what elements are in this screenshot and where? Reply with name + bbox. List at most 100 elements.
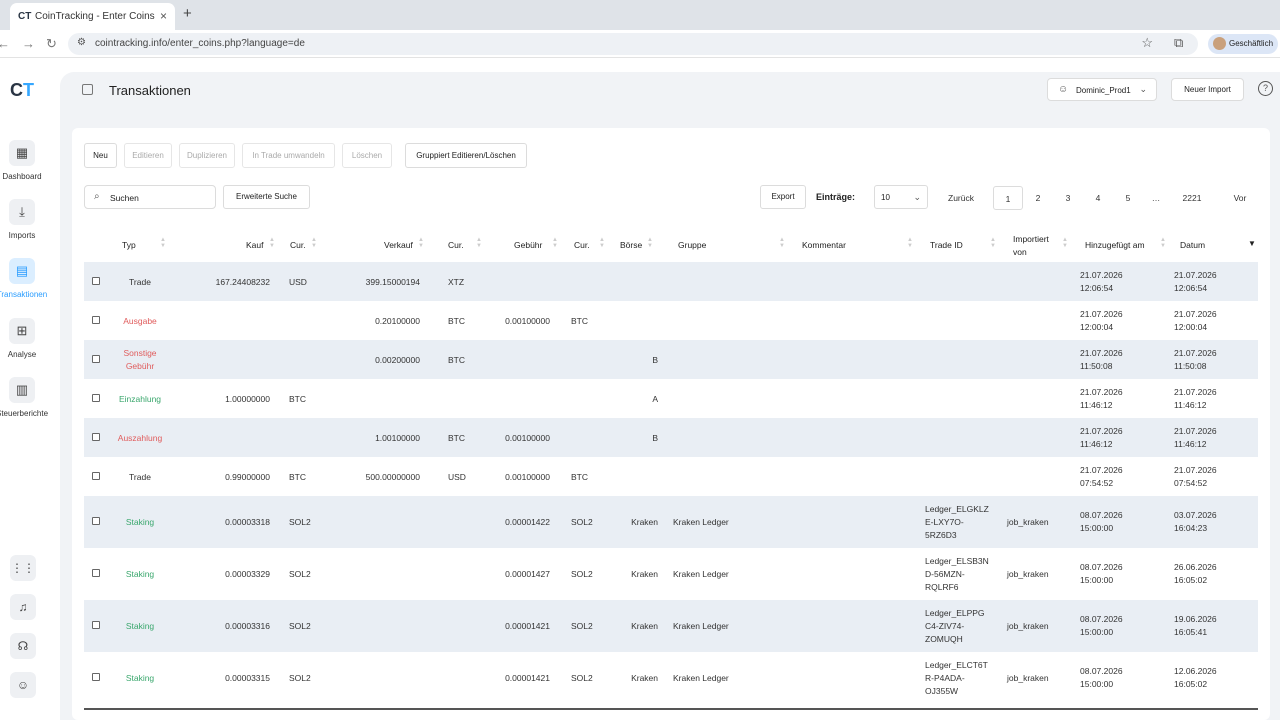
row-checkbox[interactable] (92, 432, 100, 441)
sidebar-item-analyse[interactable]: ⊞ Analyse (0, 318, 52, 359)
col-comment[interactable]: Kommentar (802, 240, 846, 250)
col-added[interactable]: Hinzugefügt am (1085, 240, 1145, 250)
site-settings-icon[interactable]: ⚙ (77, 37, 86, 48)
sort-icon[interactable]: ▲ ▼ (990, 237, 996, 249)
col-exchange[interactable]: Börse (620, 240, 642, 250)
col-trade-id[interactable]: Trade ID (930, 240, 963, 250)
export-button[interactable]: Export (760, 185, 806, 209)
sort-desc-icon[interactable]: ▼ (1248, 239, 1256, 248)
row-checkbox[interactable] (92, 354, 100, 363)
duplicate-button[interactable]: Duplizieren (179, 143, 235, 168)
browser-tab[interactable]: CT CoinTracking - Enter Coins × (10, 3, 175, 30)
row-checkbox[interactable] (92, 393, 100, 402)
entries-select[interactable]: 10 ⌄ (874, 185, 928, 209)
sort-icon[interactable]: ▲ ▼ (647, 237, 653, 249)
sort-icon[interactable]: ▲ ▼ (779, 237, 785, 249)
pagination-page[interactable]: 5 (1118, 186, 1138, 210)
sort-icon[interactable]: ▲ ▼ (311, 237, 317, 249)
cell-buy: 0.99000000 (225, 471, 270, 482)
sort-icon[interactable]: ▲ ▼ (907, 237, 913, 249)
table-row[interactable]: Trade 0.99000000 BTC 500.00000000 USD 0.00100… (84, 457, 1258, 496)
new-button[interactable]: Neu (84, 143, 117, 168)
cell-date: 26.06.2026 16:05:02 (1174, 562, 1217, 585)
sort-icon[interactable]: ▲ ▼ (599, 237, 605, 249)
forward-icon[interactable]: → (22, 36, 35, 51)
url-field[interactable]: ⚙ cointracking.info/enter_coins.php?lang… (68, 33, 1198, 55)
col-buy[interactable]: Kauf (246, 240, 264, 250)
back-icon[interactable]: ← (0, 36, 10, 51)
col-fee-cur[interactable]: Cur. (574, 240, 590, 250)
pagination-page[interactable]: 4 (1088, 186, 1108, 210)
search-field[interactable]: ⌕ Suchen (84, 185, 216, 209)
table-row[interactable]: Einzahlung 1.00000000 BTC A 21.07.2026 11:46:… (84, 379, 1258, 418)
pagination-prev[interactable]: Zurück (938, 186, 984, 210)
table-row[interactable]: Ausgabe 0.20100000 BTC 0.00100000 BTC 21.07.2… (84, 301, 1258, 340)
row-checkbox[interactable] (92, 315, 100, 324)
row-checkbox[interactable] (92, 673, 100, 681)
search-input[interactable]: Suchen (110, 193, 139, 203)
pagination-page[interactable]: 3 (1058, 186, 1078, 210)
table-row[interactable]: Staking 0.00003316 SOL2 0.00001421 SOL2 Krake… (84, 600, 1258, 652)
table-row[interactable]: Trade 167.24408232 USD 399.15000194 XTZ 21.07… (84, 262, 1258, 301)
col-fee[interactable]: Gebühr (514, 240, 542, 250)
pagination-page[interactable]: 2 (1028, 186, 1048, 210)
sidebar-item-transactions[interactable]: ▤ Transaktionen (0, 258, 52, 299)
browser-tab-bar: CT CoinTracking - Enter Coins × + (0, 0, 1280, 30)
sidebar-item-dashboard[interactable]: ▦ Dashboard (0, 140, 52, 181)
row-checkbox[interactable] (92, 517, 100, 525)
pagination-next[interactable]: Vor (1228, 186, 1252, 210)
sidebar-toggle-icon[interactable] (82, 84, 93, 95)
pagination-page[interactable]: 1 (993, 186, 1023, 210)
col-group[interactable]: Gruppe (678, 240, 706, 250)
profile-chip[interactable]: Geschäftlich (1208, 34, 1278, 54)
bookmark-star-icon[interactable]: ☆ (1141, 35, 1153, 51)
sort-icon[interactable]: ▲ ▼ (418, 237, 424, 249)
table-bottom-divider (84, 708, 1258, 710)
sort-icon[interactable]: ▲ ▼ (552, 237, 558, 249)
table-row[interactable]: Auszahlung 1.00100000 BTC 0.00100000 B 21.07.… (84, 418, 1258, 457)
edit-button[interactable]: Editieren (124, 143, 172, 168)
cell-type: Staking (125, 517, 155, 527)
row-checkbox[interactable] (92, 569, 100, 577)
sort-icon[interactable]: ▲ ▼ (1062, 237, 1068, 249)
convert-to-trade-button[interactable]: In Trade umwandeln (242, 143, 335, 168)
new-import-button[interactable]: Neuer Import (1171, 78, 1244, 101)
app-logo[interactable]: CT (10, 80, 34, 101)
sort-icon[interactable]: ▲ ▼ (269, 237, 275, 249)
col-date[interactable]: Datum (1180, 240, 1205, 250)
table-row[interactable]: Staking 0.00003329 SOL2 0.00001427 SOL2 Krake… (84, 548, 1258, 600)
apps-grid-icon[interactable]: ⋮⋮ (10, 555, 36, 581)
advanced-search-button[interactable]: Erweiterte Suche (223, 185, 310, 209)
extensions-icon[interactable]: ⧉ (1174, 35, 1183, 51)
new-tab-icon[interactable]: + (183, 5, 192, 22)
col-imported-by[interactable]: Importiert (1013, 234, 1049, 244)
pagination-page[interactable]: 2221 (1176, 186, 1208, 210)
col-sell[interactable]: Verkauf (384, 240, 413, 250)
sort-icon[interactable]: ▲ ▼ (1160, 237, 1166, 249)
delete-button[interactable]: Löschen (342, 143, 392, 168)
row-checkbox[interactable] (92, 276, 100, 285)
col-type[interactable]: Typ (122, 240, 136, 250)
table-row[interactable]: Sonstige Gebühr 0.00200000 BTC B 21.07.2026 11… (84, 340, 1258, 379)
sidebar-item-tax-reports[interactable]: ▥ Steuerberichte (0, 377, 52, 418)
sidebar-item-imports[interactable]: ⤓ Imports (0, 199, 52, 240)
help-icon[interactable]: ? (1258, 81, 1273, 96)
table-row[interactable]: Staking 0.00003315 SOL2 0.00001421 SOL2 Krake… (84, 652, 1258, 704)
headset-icon[interactable]: ☊ (10, 633, 36, 659)
table-row[interactable]: Staking 0.00003318 SOL2 0.00001422 SOL2 Krake… (84, 496, 1258, 548)
user-menu[interactable]: ☺ Dominic_Prod1 ⌄ (1047, 78, 1157, 101)
row-checkbox[interactable] (92, 621, 100, 629)
row-checkbox[interactable] (92, 471, 100, 480)
user-icon[interactable]: ☺ (10, 672, 36, 698)
sort-icon[interactable]: ▲ ▼ (160, 237, 166, 249)
col-buy-cur[interactable]: Cur. (290, 240, 306, 250)
sort-icon[interactable]: ▲ ▼ (476, 237, 482, 249)
cell-added: 21.07.2026 11:46:12 (1080, 425, 1123, 449)
group-edit-button[interactable]: Gruppiert Editieren/Löschen (405, 143, 527, 168)
cell-trade-id: Ledger_ELGKLZ E-LXY7O- 5RZ6D3 (925, 504, 989, 540)
reload-icon[interactable]: ↻ (46, 36, 57, 52)
bell-icon[interactable]: ♫ (10, 594, 36, 620)
close-icon[interactable]: × (160, 9, 167, 23)
col-sell-cur[interactable]: Cur. (448, 240, 464, 250)
avatar (1213, 37, 1226, 50)
